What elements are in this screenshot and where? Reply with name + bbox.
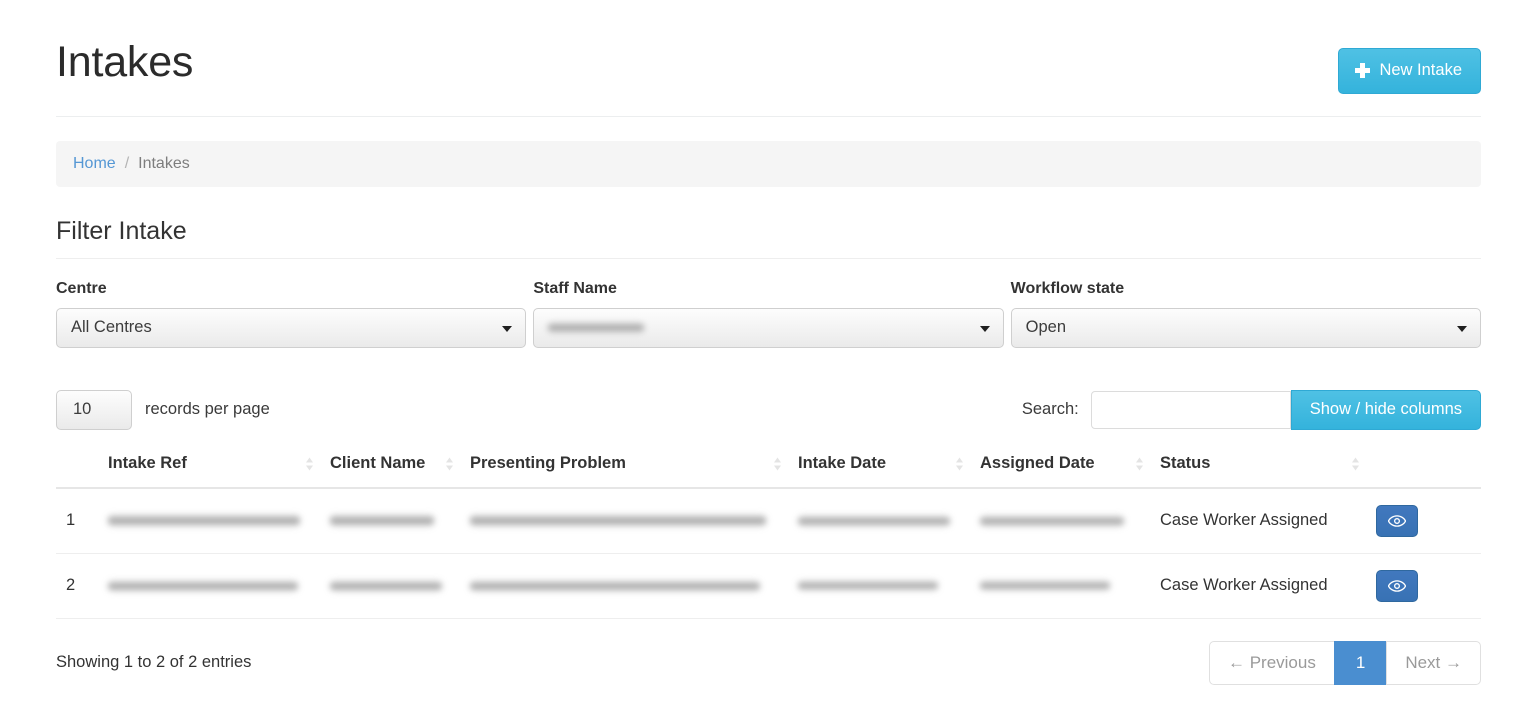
eye-icon <box>1388 579 1406 592</box>
column-label-intake-date: Intake Date <box>798 453 887 472</box>
staff-name-redacted-value <box>548 322 645 333</box>
column-label-intake-ref: Intake Ref <box>108 453 187 472</box>
intakes-page: Intakes New Intake Home / Intakes Filter… <box>0 0 1538 720</box>
column-header-actions <box>1366 453 1481 489</box>
redacted-value <box>108 579 298 592</box>
redacted-value <box>798 514 950 527</box>
column-header-intake-ref[interactable]: Intake Ref <box>98 453 320 489</box>
redacted-value <box>470 514 766 528</box>
cell-assigned-date <box>970 553 1150 619</box>
redacted-value <box>470 579 760 592</box>
cell-intake-date <box>788 487 970 554</box>
chevron-down-icon <box>502 325 513 332</box>
filter-field-staff-name: Staff Name <box>533 279 1004 348</box>
row-index: 2 <box>56 553 98 619</box>
page-title: Intakes <box>56 38 194 86</box>
chevron-down-icon <box>979 325 990 332</box>
redacted-value <box>330 579 442 592</box>
breadcrumb-item-current: Intakes <box>138 154 190 172</box>
column-header-assigned-date[interactable]: Assigned Date <box>970 453 1150 489</box>
table-body: 1 Case Worker Assigned 2 Case Worker Ass… <box>56 487 1481 619</box>
breadcrumb-separator: / <box>124 154 130 172</box>
filter-row: Centre All Centres Staff Name Workflow s… <box>56 280 1481 348</box>
intakes-table: Intake Ref Client Name Presenting Proble… <box>56 453 1481 619</box>
cell-intake-ref <box>98 487 320 554</box>
breadcrumb-item-home[interactable]: Home <box>73 154 116 174</box>
filter-label-workflow-state: Workflow state <box>1010 279 1125 297</box>
pagination: ← Previous 1 Next → <box>1208 640 1481 685</box>
cell-assigned-date <box>970 487 1150 554</box>
table-header-row: Intake Ref Client Name Presenting Proble… <box>56 453 1481 489</box>
filter-label-staff-name: Staff Name <box>533 279 617 297</box>
cell-intake-ref <box>98 553 320 619</box>
centre-select-value: All Centres <box>71 318 152 336</box>
cell-status: Case Worker Assigned <box>1150 553 1366 619</box>
new-intake-button[interactable]: New Intake <box>1338 48 1481 94</box>
redacted-value <box>798 580 938 592</box>
table-row[interactable]: 2 Case Worker Assigned <box>56 553 1481 619</box>
column-label-status: Status <box>1160 453 1211 472</box>
view-intake-button[interactable] <box>1376 504 1418 537</box>
column-header-index <box>56 453 98 489</box>
workflow-state-select[interactable]: Open <box>1010 307 1481 348</box>
table-row[interactable]: 1 Case Worker Assigned <box>56 487 1481 554</box>
table-controls: 10 records per page Search: Show / hide … <box>56 389 1481 430</box>
redacted-value <box>330 514 434 528</box>
column-header-status[interactable]: Status <box>1150 453 1366 489</box>
breadcrumb: Home / Intakes <box>56 140 1481 187</box>
table-footer: Showing 1 to 2 of 2 entries ← Previous 1… <box>56 640 1481 685</box>
cell-presenting-problem <box>460 487 788 554</box>
filter-label-centre: Centre <box>56 279 107 297</box>
page-header: Intakes New Intake <box>56 0 1481 117</box>
sort-arrows-icon <box>446 457 453 470</box>
records-per-page-value: 10 <box>73 400 92 418</box>
redacted-value <box>980 514 1124 527</box>
view-intake-button[interactable] <box>1376 569 1418 602</box>
sort-arrows-icon <box>306 457 313 470</box>
per-page-control: 10 records per page <box>56 389 270 430</box>
redacted-value <box>980 580 1110 592</box>
search-group: Search: Show / hide columns <box>1021 389 1481 430</box>
column-label-client-name: Client Name <box>330 453 426 472</box>
sort-arrows-icon <box>774 457 781 470</box>
plus-icon <box>1355 62 1371 78</box>
column-header-intake-date[interactable]: Intake Date <box>788 453 970 489</box>
column-label-assigned-date: Assigned Date <box>980 453 1095 472</box>
page-container: Intakes New Intake Home / Intakes Filter… <box>56 0 1481 685</box>
column-label-presenting-problem: Presenting Problem <box>470 453 626 472</box>
sort-arrows-icon <box>956 457 963 470</box>
table-head: Intake Ref Client Name Presenting Proble… <box>56 453 1481 489</box>
search-label: Search: <box>1021 400 1079 418</box>
centre-select[interactable]: All Centres <box>56 307 527 348</box>
staff-name-select[interactable] <box>533 307 1004 348</box>
cell-actions <box>1366 487 1481 554</box>
chevron-down-icon <box>1456 325 1467 332</box>
eye-icon <box>1388 514 1406 527</box>
workflow-state-select-value: Open <box>1025 318 1067 336</box>
cell-intake-date <box>788 553 970 619</box>
cell-presenting-problem <box>460 553 788 619</box>
pagination-page-1-button[interactable]: 1 <box>1333 640 1388 685</box>
pagination-next-button[interactable]: Next → <box>1386 640 1481 685</box>
filter-field-workflow-state: Workflow state Open <box>1010 279 1481 348</box>
search-input[interactable] <box>1090 390 1291 429</box>
column-header-presenting-problem[interactable]: Presenting Problem <box>460 453 788 489</box>
new-intake-label: New Intake <box>1379 61 1462 79</box>
redacted-value <box>108 514 300 528</box>
pagination-previous-button[interactable]: ← Previous <box>1208 640 1335 685</box>
filter-section-title: Filter Intake <box>56 217 1481 259</box>
sort-arrows-icon <box>1136 457 1143 470</box>
sort-arrows-icon <box>1352 457 1359 470</box>
filter-field-centre: Centre All Centres <box>56 279 527 348</box>
entries-info: Showing 1 to 2 of 2 entries <box>56 653 252 671</box>
cell-client-name <box>320 553 460 619</box>
records-per-page-select[interactable]: 10 <box>56 389 132 430</box>
cell-actions <box>1366 553 1481 619</box>
cell-client-name <box>320 487 460 554</box>
show-hide-columns-button[interactable]: Show / hide columns <box>1290 389 1481 430</box>
column-header-client-name[interactable]: Client Name <box>320 453 460 489</box>
records-per-page-label: records per page <box>145 400 270 418</box>
row-index: 1 <box>56 487 98 554</box>
cell-status: Case Worker Assigned <box>1150 487 1366 554</box>
